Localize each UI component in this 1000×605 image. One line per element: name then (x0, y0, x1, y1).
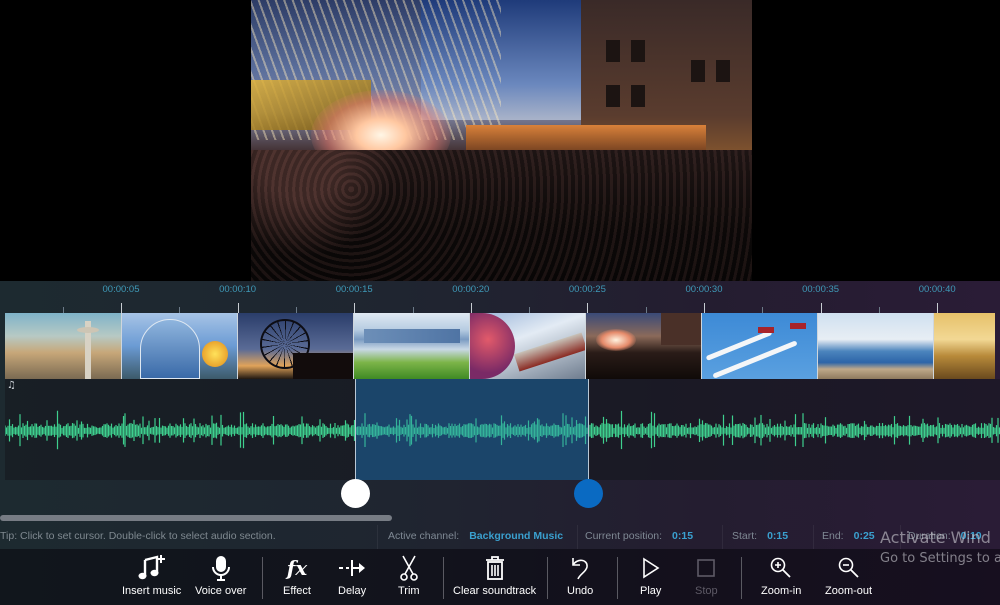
delay-label: Delay (338, 585, 367, 597)
selection-start-handle[interactable] (341, 479, 370, 508)
play-label: Play (640, 585, 662, 597)
thumbnail-golden-sunset[interactable] (933, 313, 995, 379)
active-channel-label: Active channel: (388, 530, 460, 542)
undo-label: Undo (567, 585, 594, 597)
play-icon (641, 553, 661, 583)
ruler-major-tick (820, 303, 822, 313)
zoom-in-icon (769, 553, 793, 583)
thumbnail-glass-house[interactable] (121, 313, 237, 379)
ruler-major-tick (937, 303, 939, 313)
video-preview[interactable] (251, 0, 752, 281)
ruler-label: 00:00:20 (452, 284, 490, 295)
clear-soundtrack-button[interactable]: Clear soundtrack (453, 553, 536, 597)
ruler-label: 00:00:15 (335, 284, 373, 295)
zoom-in-button[interactable]: Zoom-in (761, 553, 801, 597)
ruler-major-tick (704, 303, 705, 313)
fx-icon: fx (286, 556, 308, 580)
start-label: Start: (732, 530, 758, 542)
active-channel: Active channel: Background Music (388, 530, 563, 542)
selection-start-line (355, 379, 356, 494)
timeline-editor: 00:00:05 00:00:10 00:00:15 00:00:20 00:00:25… (0, 281, 1000, 605)
voice-over-button[interactable]: Voice over (195, 553, 246, 597)
horizontal-scrollbar[interactable] (0, 515, 392, 521)
start-value: 0:15 (767, 530, 789, 542)
video-editor-window: 00:00:05 00:00:10 00:00:15 00:00:20 00:00:25… (0, 0, 1000, 605)
voice-over-label: Voice over (195, 585, 247, 597)
ruler-major-tick (587, 303, 589, 313)
ruler-label: 00:00:35 (802, 284, 840, 295)
thumbnail-monorail[interactable] (469, 313, 585, 379)
active-channel-value: Background Music (469, 530, 564, 542)
thumbnail-ferris-wheel[interactable] (237, 313, 353, 379)
effect-button[interactable]: fx Effect (283, 553, 311, 597)
stop-button[interactable]: Stop (695, 553, 718, 597)
thumbnail-beach[interactable] (817, 313, 933, 379)
ruler-major-tick (470, 303, 472, 313)
ruler-label: 00:00:30 (685, 284, 723, 295)
toolbar: Insert music Voice over fx Effect Delay (0, 549, 1000, 605)
watermark-line1: Activate Wind (880, 528, 991, 547)
delay-arrow-icon (338, 553, 366, 583)
trim-button[interactable]: Trim (398, 553, 420, 597)
undo-button[interactable]: Undo (567, 553, 593, 597)
trash-icon (484, 553, 506, 583)
undo-icon (568, 553, 592, 583)
current-position-label: Current position: (585, 530, 663, 542)
zoom-out-label: Zoom-out (825, 585, 873, 597)
status-bar: Tip: Click to set cursor. Double-click t… (0, 525, 1000, 549)
video-track-thumbnails[interactable] (5, 313, 995, 379)
time-ruler[interactable]: 00:00:05 00:00:10 00:00:15 00:00:20 00:00:25… (0, 281, 1000, 313)
clear-soundtrack-label: Clear soundtrack (453, 585, 537, 597)
current-position: Current position: 0:15 (585, 530, 693, 542)
trim-label: Trim (398, 585, 420, 597)
effect-label: Effect (283, 585, 311, 597)
ruler-label: 00:00:05 (102, 284, 140, 295)
tip-text: Tip: Click to set cursor. Double-click t… (0, 530, 276, 542)
play-button[interactable]: Play (640, 553, 661, 597)
zoom-in-label: Zoom-in (761, 585, 802, 597)
thumbnail-biplanes[interactable] (701, 313, 817, 379)
ruler-label: 00:00:40 (918, 284, 956, 295)
stop-label: Stop (695, 585, 718, 597)
music-plus-icon (137, 553, 167, 583)
scissors-icon (399, 553, 419, 583)
preview-crowd (251, 150, 752, 281)
insert-music-button[interactable]: Insert music (122, 553, 181, 597)
thumbnail-lake-park[interactable] (353, 313, 469, 379)
audio-waveform[interactable] (5, 409, 1000, 453)
zoom-out-icon (837, 553, 861, 583)
ruler-major-tick (237, 303, 239, 313)
end-value: 0:25 (853, 530, 875, 542)
current-position-value: 0:15 (672, 530, 694, 542)
selection-end: End: 0:25 (822, 530, 875, 542)
stop-icon (696, 553, 716, 583)
ruler-label: 00:00:25 (568, 284, 606, 295)
ruler-label: 00:00:10 (219, 284, 257, 295)
end-label: End: (822, 530, 844, 542)
ruler-major-tick (121, 303, 122, 313)
ruler-major-tick (354, 303, 356, 313)
music-note-icon: ♫ (7, 380, 16, 391)
delay-button[interactable]: Delay (338, 553, 366, 597)
watermark-line2: Go to Settings to a (880, 551, 1000, 566)
thumbnail-concert[interactable] (585, 313, 701, 379)
activation-watermark: Activate Wind Go to Settings to a (880, 528, 1000, 566)
selection-start: Start: 0:15 (732, 530, 788, 542)
selection-end-handle[interactable] (574, 479, 603, 508)
zoom-out-button[interactable]: Zoom-out (825, 553, 872, 597)
insert-music-label: Insert music (122, 585, 182, 597)
selection-end-line (588, 379, 589, 494)
thumbnail-seattle-skyline[interactable] (5, 313, 121, 379)
microphone-icon (210, 553, 232, 583)
